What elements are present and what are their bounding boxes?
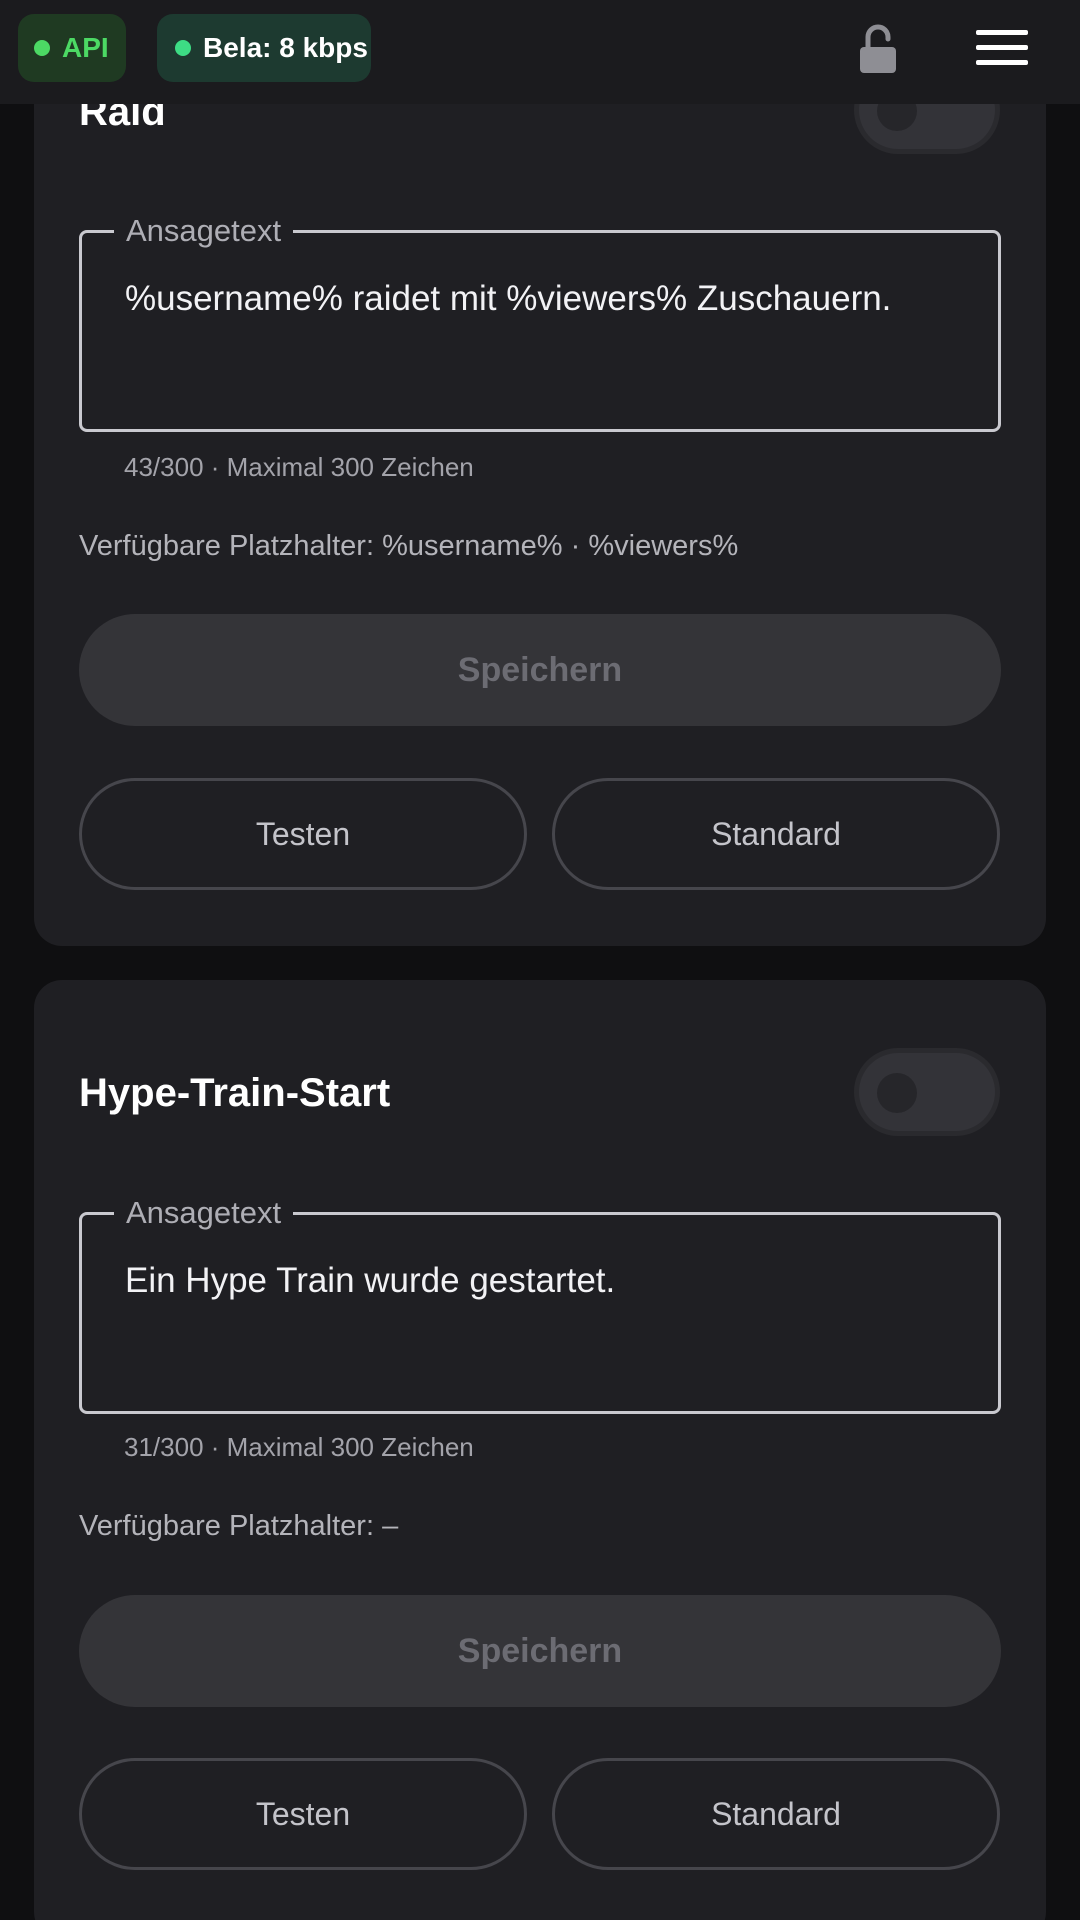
- unlocked-padlock-icon[interactable]: [856, 24, 900, 74]
- bitrate-status-badge[interactable]: Bela: 8 kbps: [157, 14, 371, 82]
- field-value[interactable]: %username% raidet mit %viewers% Zuschaue…: [125, 279, 891, 319]
- character-counter: 43/300 · Maximal 300 Zeichen: [124, 452, 474, 482]
- card-title: Hype-Train-Start: [79, 1071, 391, 1115]
- announcement-text-field[interactable]: Ansagetext Ein Hype Train wurde gestarte…: [79, 1195, 1001, 1414]
- app-screen: Raid Ansagetext %username% raidet mit %v…: [0, 0, 1080, 1920]
- default-button[interactable]: Standard: [552, 1758, 1000, 1870]
- top-bar: API Bela: 8 kbps: [0, 0, 1080, 104]
- bitrate-status-label: Bela: 8 kbps: [203, 32, 368, 63]
- status-dot-icon: [34, 40, 50, 56]
- field-legend: Ansagetext: [114, 213, 294, 249]
- character-counter: 31/300 · Maximal 300 Zeichen: [124, 1432, 474, 1462]
- save-button[interactable]: Speichern: [79, 1595, 1001, 1707]
- announcement-text-field[interactable]: Ansagetext %username% raidet mit %viewer…: [79, 213, 1001, 432]
- enable-toggle[interactable]: [854, 1048, 1000, 1136]
- api-status-label: API: [62, 32, 109, 63]
- available-placeholders: Verfügbare Platzhalter: %username% · %vi…: [79, 530, 739, 562]
- field-legend: Ansagetext: [114, 1195, 294, 1231]
- test-button[interactable]: Testen: [79, 778, 527, 890]
- hamburger-menu-icon[interactable]: [976, 30, 1028, 66]
- status-dot-icon: [175, 40, 191, 56]
- toggle-knob: [877, 1073, 917, 1113]
- save-button[interactable]: Speichern: [79, 614, 1001, 726]
- event-card-raid: Raid Ansagetext %username% raidet mit %v…: [34, 40, 1046, 946]
- test-button[interactable]: Testen: [79, 1758, 527, 1870]
- default-button[interactable]: Standard: [552, 778, 1000, 890]
- api-status-badge[interactable]: API: [18, 14, 126, 82]
- field-value[interactable]: Ein Hype Train wurde gestartet.: [125, 1261, 615, 1301]
- event-card-hype-train-start: Hype-Train-Start Ansagetext Ein Hype Tra…: [34, 980, 1046, 1920]
- available-placeholders: Verfügbare Platzhalter: –: [79, 1510, 399, 1542]
